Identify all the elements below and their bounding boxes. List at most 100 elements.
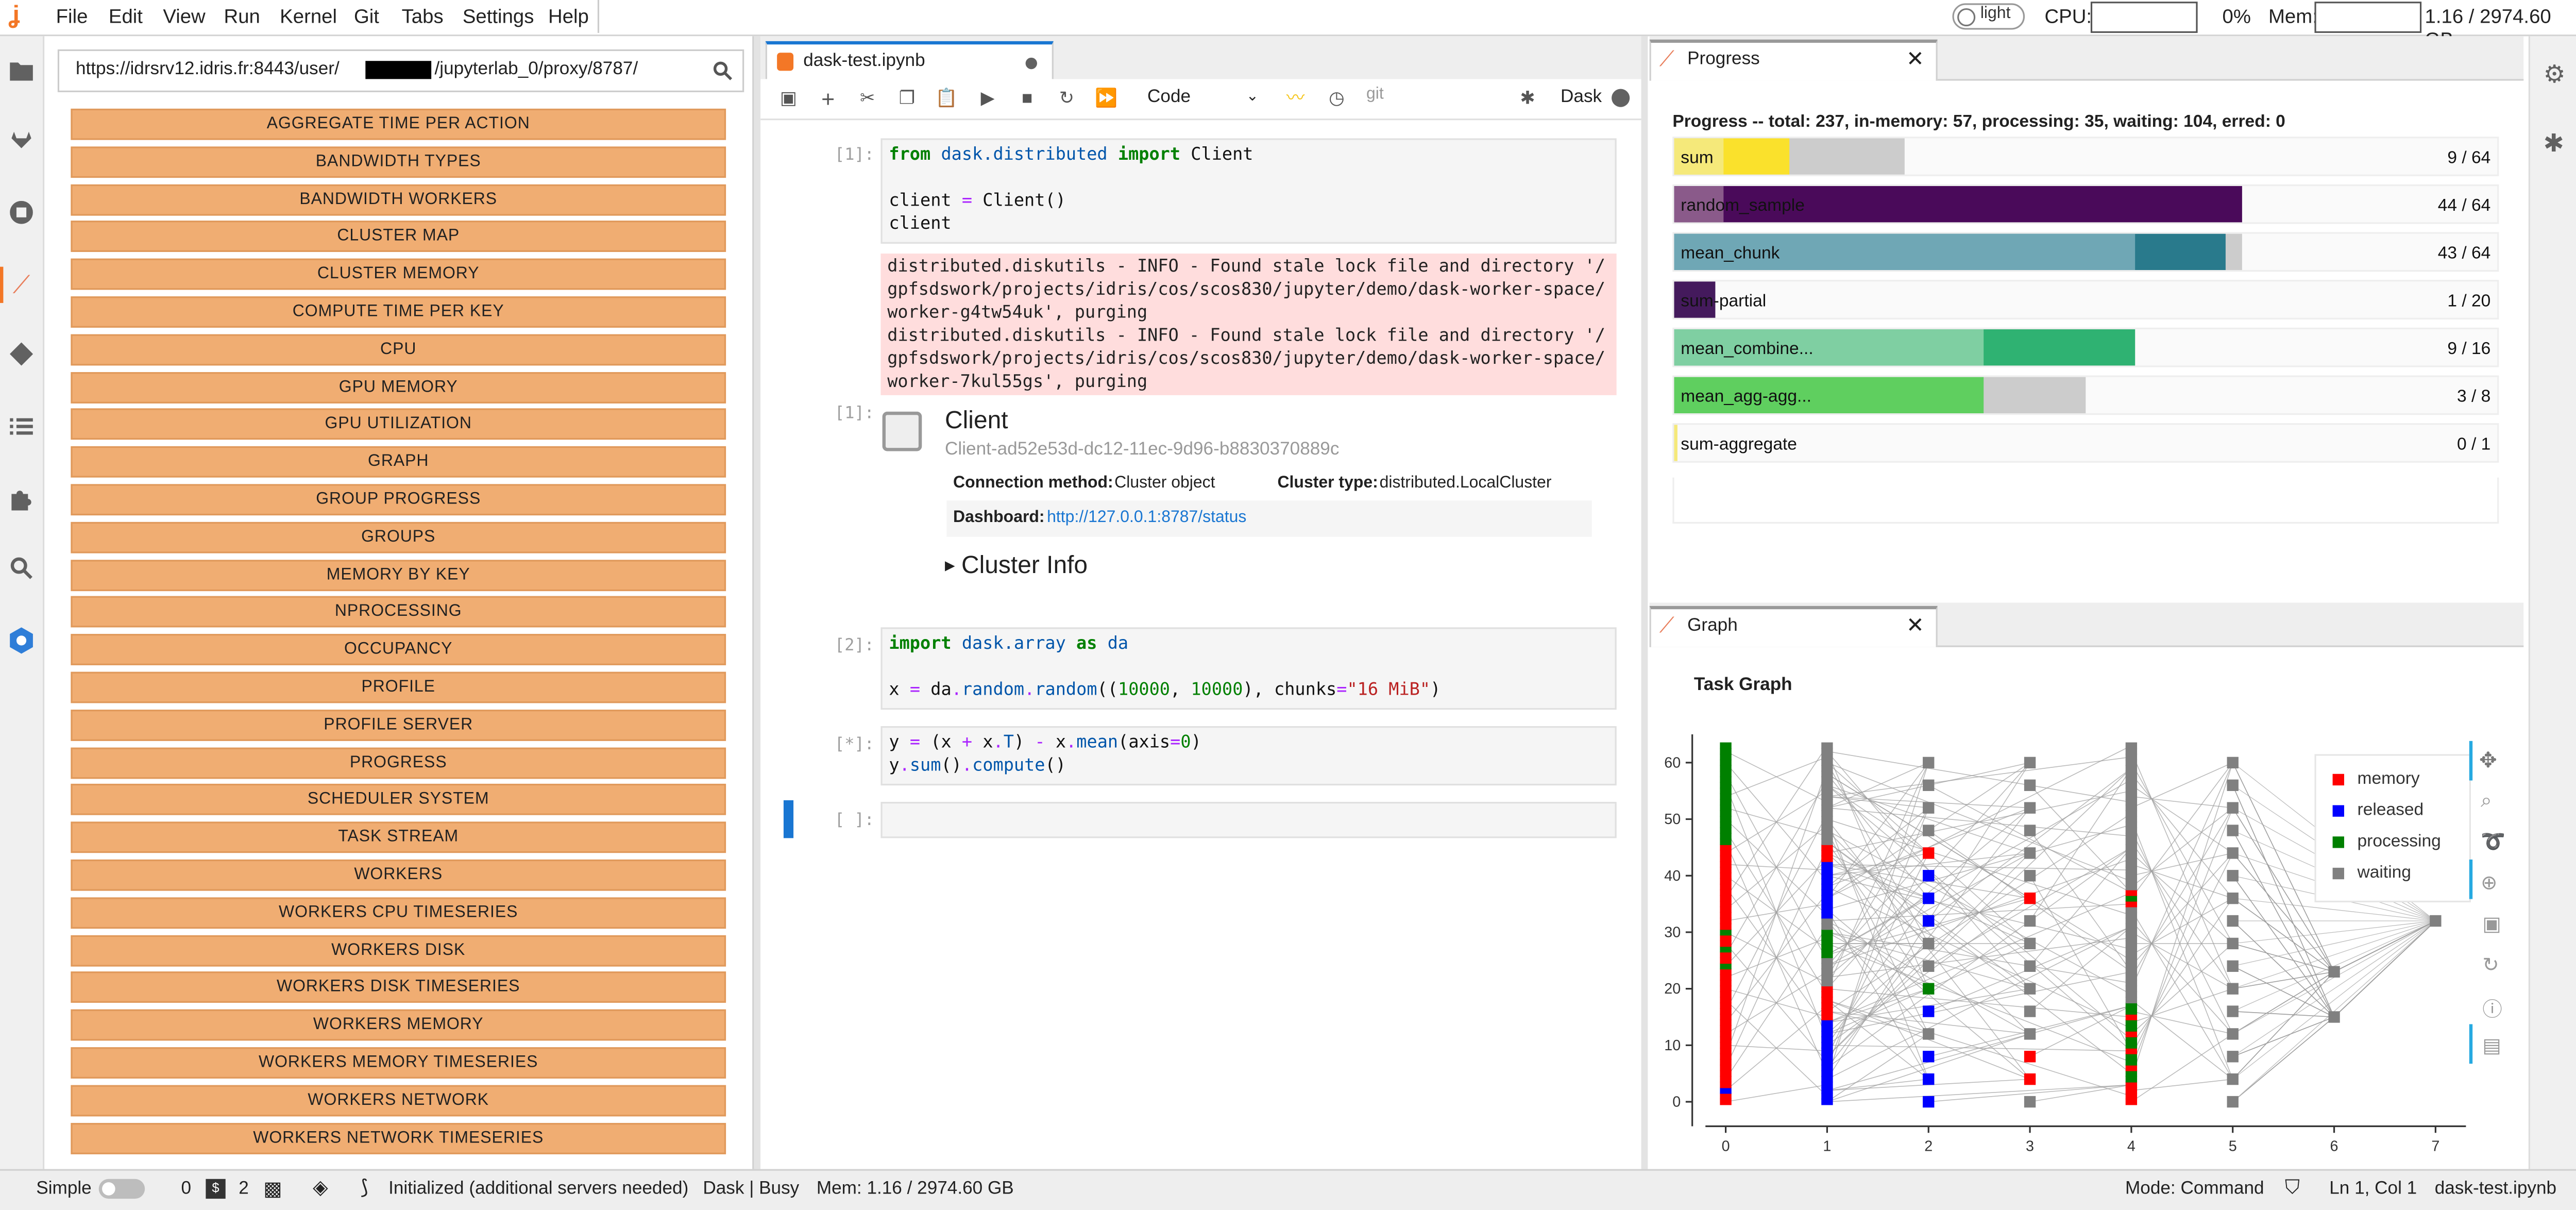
dashboard-button[interactable]: WORKERS MEMORY TIMESERIES: [71, 1047, 726, 1079]
panel-splitter[interactable]: [1641, 36, 1648, 1169]
dashboard-button[interactable]: NPROCESSING: [71, 596, 726, 628]
panel-splitter[interactable]: [754, 36, 761, 1169]
stop-circle-icon[interactable]: [7, 197, 37, 227]
bug-icon[interactable]: ✱: [1516, 87, 1539, 110]
search-icon[interactable]: [7, 553, 37, 583]
lasso-icon[interactable]: ➰: [2481, 830, 2505, 853]
kernel-count[interactable]: 2: [239, 1179, 249, 1199]
dashboard-button[interactable]: WORKERS NETWORK: [71, 1084, 726, 1116]
add-cell-icon[interactable]: +: [817, 87, 840, 110]
wheel-zoom-icon[interactable]: ⊕: [2481, 871, 2497, 894]
paste-icon[interactable]: 📋: [935, 87, 958, 110]
dashboard-button[interactable]: GPU MEMORY: [71, 371, 726, 403]
menu-git[interactable]: Git: [354, 5, 379, 28]
dashboard-button[interactable]: GROUP PROGRESS: [71, 484, 726, 516]
dashboard-button[interactable]: GROUPS: [71, 522, 726, 553]
terminal-count[interactable]: 0: [181, 1179, 191, 1199]
extension-icon[interactable]: [7, 626, 37, 656]
dashboard-button[interactable]: WORKERS: [71, 859, 726, 891]
dashboard-button[interactable]: BANDWIDTH TYPES: [71, 146, 726, 178]
graph-node: [2024, 1096, 2036, 1108]
menu-kernel[interactable]: Kernel: [280, 5, 337, 28]
menu-edit[interactable]: Edit: [109, 5, 143, 28]
dashboard-button[interactable]: PROFILE: [71, 671, 726, 703]
settings-gear-icon[interactable]: ⚙: [2544, 59, 2566, 89]
disclosure-triangle-icon[interactable]: ▶: [945, 558, 955, 573]
dask-tool-icon[interactable]: 〰: [1284, 87, 1307, 110]
dashboard-button[interactable]: WORKERS DISK: [71, 934, 726, 966]
dashboard-button[interactable]: BANDWIDTH WORKERS: [71, 183, 726, 215]
graph-edge: [2131, 1079, 2233, 1091]
menu-tabs[interactable]: Tabs: [402, 5, 444, 28]
clock-icon[interactable]: ◷: [1325, 87, 1348, 110]
lsp-status[interactable]: Initialized (additional servers needed): [388, 1179, 688, 1199]
menu-help[interactable]: Help: [548, 5, 589, 28]
menu-file[interactable]: File: [56, 5, 88, 28]
list-icon[interactable]: [7, 412, 37, 442]
dashboard-button[interactable]: TASK STREAM: [71, 822, 726, 853]
restart-icon[interactable]: ↻: [1055, 87, 1078, 110]
save-icon[interactable]: ▣: [777, 87, 800, 110]
fast-forward-icon[interactable]: ⏩: [1095, 87, 1118, 110]
cluster-info-toggle[interactable]: Cluster Info: [961, 551, 1088, 579]
copy-icon[interactable]: ❐: [895, 87, 919, 110]
dashboard-button[interactable]: MEMORY BY KEY: [71, 559, 726, 591]
tab-dask-test[interactable]: dask-test.ipynb: [765, 41, 1054, 82]
git-icon[interactable]: [7, 339, 37, 369]
theme-toggle[interactable]: light: [1952, 3, 2025, 30]
kernel-status[interactable]: Dask | Busy: [703, 1179, 799, 1199]
graph-node: [2227, 960, 2239, 972]
close-icon[interactable]: ✕: [1906, 46, 1924, 72]
cursor-position[interactable]: Ln 1, Col 1: [2329, 1179, 2417, 1199]
menu-settings[interactable]: Settings: [463, 5, 534, 28]
dashboard-link[interactable]: http://127.0.0.1:8787/status: [1047, 509, 1246, 527]
graph-node: [1720, 968, 1732, 976]
simple-mode-toggle[interactable]: [98, 1179, 145, 1199]
cut-icon[interactable]: ✂: [856, 87, 879, 110]
debugger-bug-icon[interactable]: ✱: [2544, 128, 2564, 158]
dashboard-button[interactable]: GPU UTILIZATION: [71, 409, 726, 441]
close-icon[interactable]: ✕: [1906, 613, 1924, 639]
cell-type-select[interactable]: Code ⌄: [1142, 86, 1266, 112]
dashboard-button[interactable]: WORKERS MEMORY: [71, 1010, 726, 1041]
tab-progress[interactable]: ⟋ Progress ✕: [1649, 39, 1938, 81]
dashboard-button[interactable]: WORKERS NETWORK TIMESERIES: [71, 1122, 726, 1154]
folder-icon[interactable]: [7, 56, 37, 86]
dashboard-button[interactable]: OCCUPANCY: [71, 634, 726, 666]
git-label[interactable]: git: [1366, 86, 1384, 104]
menu-view[interactable]: View: [163, 5, 205, 28]
run-icon[interactable]: ▶: [976, 87, 999, 110]
dashboard-button[interactable]: WORKERS CPU TIMESERIES: [71, 897, 726, 929]
dashboard-button[interactable]: AGGREGATE TIME PER ACTION: [71, 108, 726, 140]
dashboard-button[interactable]: CLUSTER MEMORY: [71, 259, 726, 290]
stop-icon[interactable]: ■: [1015, 87, 1039, 110]
dashboard-button[interactable]: PROFILE SERVER: [71, 709, 726, 741]
menu-run[interactable]: Run: [224, 5, 260, 28]
help-icon[interactable]: ⓘ: [2482, 995, 2502, 1022]
pan-icon[interactable]: ✥: [2479, 748, 2497, 774]
kernel-name[interactable]: Dask: [1561, 87, 1602, 107]
dashboard-button[interactable]: GRAPH: [71, 446, 726, 478]
puzzle-icon[interactable]: [7, 484, 37, 514]
dashboard-button[interactable]: CLUSTER MAP: [71, 221, 726, 253]
unsaved-dot-icon[interactable]: [1025, 57, 1037, 70]
hover-icon[interactable]: ▤: [2482, 1034, 2501, 1057]
box-zoom-icon[interactable]: ⌕: [2481, 789, 2492, 814]
code-cell-2[interactable]: import dask.array as da x = da.random.ra…: [880, 627, 1617, 710]
tab-graph[interactable]: ⟋ Graph ✕: [1649, 606, 1938, 647]
gitlab-icon[interactable]: [7, 125, 37, 155]
search-icon[interactable]: [713, 59, 733, 89]
dashboard-button[interactable]: CPU: [71, 333, 726, 365]
code-cell-3[interactable]: y = (x + x.T) - x.mean(axis=0) y.sum().c…: [880, 726, 1617, 786]
git-icon[interactable]: ◈: [313, 1175, 328, 1199]
dask-icon[interactable]: ⟋: [7, 270, 37, 300]
dashboard-url-input[interactable]: https://idrsrv12.idris.fr:8443/user/ /ju…: [57, 49, 744, 92]
code-cell-4[interactable]: [880, 802, 1617, 838]
dashboard-button[interactable]: PROGRESS: [71, 747, 726, 779]
save-icon[interactable]: ▣: [2482, 912, 2501, 935]
dashboard-button[interactable]: SCHEDULER SYSTEM: [71, 784, 726, 816]
reset-icon[interactable]: ↻: [2482, 953, 2499, 977]
code-cell-1[interactable]: from dask.distributed import Client clie…: [880, 138, 1617, 244]
dashboard-button[interactable]: WORKERS DISK TIMESERIES: [71, 972, 726, 1004]
dashboard-button[interactable]: COMPUTE TIME PER KEY: [71, 296, 726, 328]
